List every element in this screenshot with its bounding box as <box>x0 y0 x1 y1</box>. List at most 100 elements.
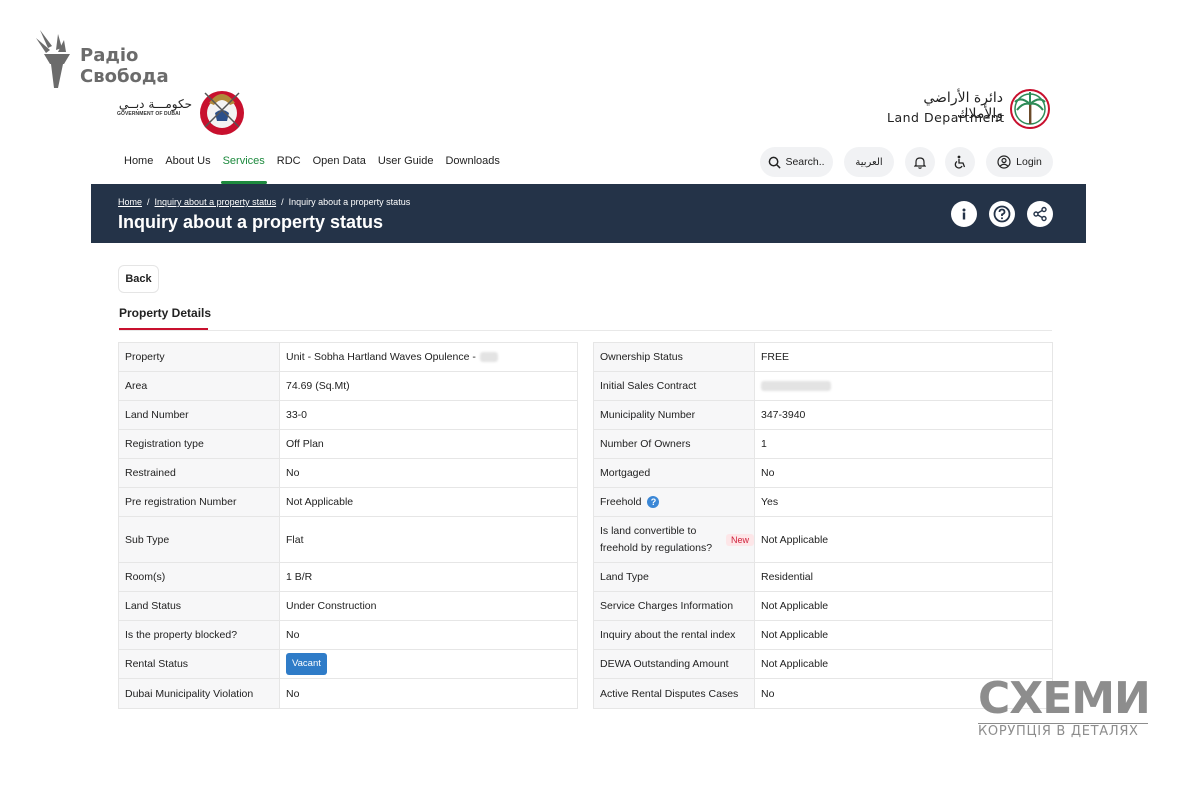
search-button[interactable]: Search.. <box>760 147 833 177</box>
row-label: Is land convertible to freehold by regul… <box>594 517 755 562</box>
share-icon <box>1033 206 1047 222</box>
land-department-english: Land Department <box>887 110 1005 125</box>
watermark-title: СХЕМИ <box>978 673 1151 724</box>
table-row: Rental Status Vacant <box>119 650 577 679</box>
nav-rdc[interactable]: RDC <box>271 150 307 184</box>
row-label: Mortgaged <box>594 459 755 487</box>
login-label: Login <box>1016 156 1042 168</box>
row-label: Registration type <box>119 430 280 458</box>
radio-svoboda-line1: Радіо <box>80 45 139 66</box>
table-row: Is land convertible to freehold by regul… <box>594 517 1052 563</box>
row-value: 1 <box>761 438 767 450</box>
rental-status-badge: Vacant <box>286 653 327 675</box>
redacted-sales-contract <box>761 381 831 391</box>
table-row: Registration type Off Plan <box>119 430 577 459</box>
nav-downloads[interactable]: Downloads <box>439 150 505 184</box>
gov-dubai-english: GOVERNMENT OF DUBAI <box>117 111 181 117</box>
new-badge: New <box>725 533 754 546</box>
nav-home[interactable]: Home <box>118 150 159 184</box>
freehold-label: Freehold <box>600 496 642 508</box>
land-department-logo[interactable]: دائرة الأراضي والأملاك Land Department <box>883 88 1055 130</box>
row-value: Under Construction <box>286 600 377 612</box>
info-button[interactable] <box>951 201 977 227</box>
row-value: FREE <box>761 351 790 363</box>
row-value: Yes <box>761 496 779 508</box>
breadcrumb: Home / Inquiry about a property status /… <box>118 197 410 207</box>
user-icon <box>997 155 1011 169</box>
breadcrumb-home[interactable]: Home <box>118 197 142 207</box>
accessibility-button[interactable] <box>945 147 975 177</box>
dubai-emblem-icon <box>200 91 244 135</box>
table-row: Municipality Number 347-3940 <box>594 401 1052 430</box>
search-label: Search.. <box>785 156 825 168</box>
row-value: Not Applicable <box>286 496 354 508</box>
row-label: Room(s) <box>119 563 280 591</box>
row-label: Pre registration Number <box>119 488 280 516</box>
watermark-subtitle: КОРУПЦІЯ В ДЕТАЛЯХ <box>978 724 1139 739</box>
property-details-right-table: Ownership Status FREE Initial Sales Cont… <box>593 342 1053 709</box>
row-value: No <box>286 629 300 641</box>
row-label: Sub Type <box>119 517 280 562</box>
login-button[interactable]: Login <box>986 147 1053 177</box>
section-divider <box>119 330 1052 331</box>
table-row: Inquiry about the rental index Not Appli… <box>594 621 1052 650</box>
table-row: Dubai Municipality Violation No <box>119 679 577 708</box>
table-row: Service Charges Information Not Applicab… <box>594 592 1052 621</box>
nav-about-us[interactable]: About Us <box>159 150 216 184</box>
search-icon <box>769 156 782 169</box>
skhemy-watermark: СХЕМИ КОРУПЦІЯ В ДЕТАЛЯХ <box>978 673 1151 742</box>
row-label: Land Type <box>594 563 755 591</box>
table-row: Number Of Owners 1 <box>594 430 1052 459</box>
breadcrumb-inquiry-link[interactable]: Inquiry about a property status <box>155 197 277 207</box>
table-row: Mortgaged No <box>594 459 1052 488</box>
table-row: Ownership Status FREE <box>594 343 1052 372</box>
government-of-dubai-logo[interactable]: حكومـــة دبــي GOVERNMENT OF DUBAI <box>117 83 252 137</box>
row-label: Municipality Number <box>594 401 755 429</box>
table-row: Land Status Under Construction <box>119 592 577 621</box>
nav-services[interactable]: Services <box>217 150 271 184</box>
table-row: Initial Sales Contract <box>594 372 1052 401</box>
row-label: Dubai Municipality Violation <box>119 679 280 708</box>
row-label: Land Number <box>119 401 280 429</box>
breadcrumb-current: Inquiry about a property status <box>288 197 411 207</box>
bell-icon <box>914 156 926 169</box>
row-label: Land Status <box>119 592 280 620</box>
property-details-left-table: Property Unit - Sobha Hartland Waves Opu… <box>118 342 578 709</box>
row-value: Flat <box>286 533 304 546</box>
table-row: Area 74.69 (Sq.Mt) <box>119 372 577 401</box>
row-value: Vacant <box>280 650 577 678</box>
row-label: Freehold ? <box>594 488 755 516</box>
row-value: 1 B/R <box>286 571 313 583</box>
row-value: No <box>761 467 775 479</box>
table-row: Freehold ? Yes <box>594 488 1052 517</box>
table-row: Land Type Residential <box>594 563 1052 592</box>
row-value: Not Applicable <box>761 533 829 546</box>
nav-open-data[interactable]: Open Data <box>307 150 372 184</box>
row-value <box>755 372 1052 400</box>
question-icon[interactable]: ? <box>647 496 660 508</box>
row-value: 33-0 <box>286 409 308 421</box>
arabic-language-button[interactable]: العربية <box>844 147 894 177</box>
row-value: 347-3940 <box>761 409 806 421</box>
row-value: Not Applicable <box>761 600 829 612</box>
table-row: Is the property blocked? No <box>119 621 577 650</box>
row-label: Restrained <box>119 459 280 487</box>
notifications-button[interactable] <box>905 147 935 177</box>
page-header-banner: Home / Inquiry about a property status /… <box>91 184 1086 243</box>
table-row: Property Unit - Sobha Hartland Waves Opu… <box>119 343 577 372</box>
row-label: Initial Sales Contract <box>594 372 755 400</box>
share-button[interactable] <box>1027 201 1053 227</box>
back-button[interactable]: Back <box>118 265 159 293</box>
table-row: Land Number 33-0 <box>119 401 577 430</box>
info-icon <box>962 208 966 220</box>
row-label: Ownership Status <box>594 343 755 371</box>
nav-user-guide[interactable]: User Guide <box>372 150 440 184</box>
table-row: Restrained No <box>119 459 577 488</box>
page-title: Inquiry about a property status <box>118 212 384 232</box>
section-title: Property Details <box>119 306 212 320</box>
row-label: Property <box>119 343 280 371</box>
help-button[interactable] <box>989 201 1015 227</box>
row-value: No <box>286 687 300 700</box>
breadcrumb-separator: / <box>147 197 150 207</box>
row-label: Is the property blocked? <box>119 621 280 649</box>
